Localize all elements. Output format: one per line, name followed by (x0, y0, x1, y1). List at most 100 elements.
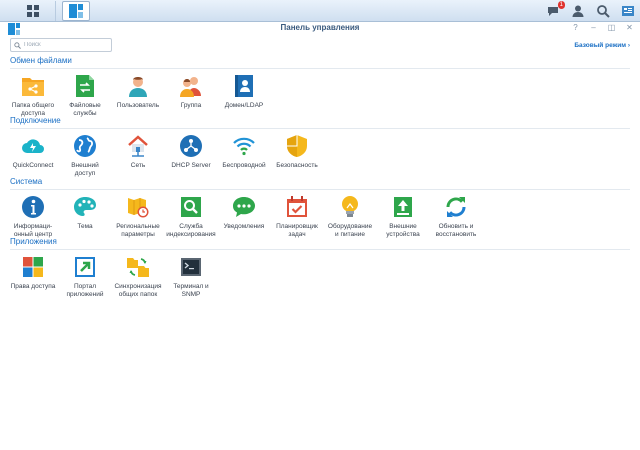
item-info-center[interactable]: Информаци- онный центр (3, 195, 63, 239)
task-scheduler-icon (285, 195, 309, 219)
item-group[interactable]: Группа (161, 74, 221, 110)
item-label: Терминал и SNMP (173, 283, 209, 298)
network-icon (126, 134, 150, 158)
update-restore-icon (444, 195, 468, 219)
item-label: Беспроводной (222, 162, 266, 169)
user-icon (126, 74, 150, 98)
external-access-icon (73, 134, 97, 158)
terminal-snmp-icon (179, 255, 203, 279)
item-external-access[interactable]: Внешний доступ (55, 134, 115, 178)
item-wireless[interactable]: Беспроводной (214, 134, 274, 170)
search-button[interactable] (595, 3, 611, 19)
chevron-right-icon: › (627, 42, 630, 49)
maximize-button[interactable]: ◫ (607, 23, 616, 32)
item-label: Безопасность (276, 162, 318, 169)
item-application-portal[interactable]: Портал приложений (55, 255, 115, 299)
widgets-button[interactable] (620, 3, 636, 19)
section-title-system: Система (10, 177, 43, 186)
item-terminal-snmp[interactable]: Терминал и SNMP (161, 255, 221, 299)
item-shared-folder-sync[interactable]: Синхронизация общих папок (108, 255, 168, 299)
file-services-icon (73, 74, 97, 98)
minimize-button[interactable]: – (589, 23, 598, 32)
item-regional-options[interactable]: Региональные параметры (108, 195, 168, 239)
item-domain-ldap[interactable]: Домен/LDAP (214, 74, 274, 110)
item-label: Синхронизация общих папок (114, 283, 162, 298)
widgets-icon (622, 6, 634, 16)
hardware-power-icon (338, 195, 362, 219)
item-quickconnect[interactable]: QuickConnect (3, 134, 63, 170)
search-input[interactable] (24, 42, 110, 48)
control-panel-icon (69, 4, 83, 18)
item-label: Домен/LDAP (224, 102, 264, 109)
item-label: Внешние устройства (386, 223, 420, 238)
info-center-icon (21, 195, 45, 219)
section-title-file-sharing: Обмен файлами (10, 56, 72, 65)
main-menu-icon (26, 5, 39, 17)
group-icon (179, 74, 203, 98)
divider (10, 68, 630, 69)
item-network[interactable]: Сеть (108, 134, 168, 170)
item-file-services[interactable]: Файловые службы (55, 74, 115, 118)
window-titlebar: Панель управления ? – ◫ ✕ (0, 22, 640, 36)
item-label: Портал приложений (66, 283, 104, 298)
notifications-button[interactable]: 1 (545, 1, 565, 19)
item-shared-folder[interactable]: Папка общего доступа (3, 74, 63, 118)
wireless-icon (232, 134, 256, 158)
divider (10, 128, 630, 129)
window-title: Панель управления (280, 23, 360, 32)
search-box (10, 38, 112, 52)
item-task-scheduler[interactable]: Планировщик задач (267, 195, 327, 239)
shared-folder-icon (21, 74, 45, 98)
item-label: DHCP Server (171, 162, 211, 169)
application-portal-icon (73, 255, 97, 279)
item-notification[interactable]: Уведомления (214, 195, 274, 231)
item-dhcp-server[interactable]: DHCP Server (161, 134, 221, 170)
item-external-devices[interactable]: Внешние устройства (373, 195, 433, 239)
search-icon (597, 5, 610, 18)
item-label: Права доступа (10, 283, 56, 290)
item-label: Планировщик задач (276, 223, 318, 238)
main-menu-button[interactable] (10, 1, 56, 21)
help-button[interactable]: ? (571, 23, 580, 32)
item-indexing-service[interactable]: Служба индексирования (161, 195, 221, 239)
item-label: Служба индексирования (166, 223, 216, 238)
item-label: Региональные параметры (116, 223, 160, 238)
close-button[interactable]: ✕ (625, 23, 634, 32)
search-icon (14, 41, 21, 49)
item-label: Уведомления (223, 223, 265, 230)
dhcp-server-icon (179, 134, 203, 158)
control-panel-window: Панель управления ? – ◫ ✕ Базовый режим … (0, 22, 640, 450)
divider (10, 189, 630, 190)
section-title-applications: Приложения (10, 237, 57, 246)
notification-badge: 1 (557, 1, 565, 9)
security-icon (285, 134, 309, 158)
notification-icon (232, 195, 256, 219)
item-hardware-power[interactable]: Оборудование и питание (320, 195, 380, 239)
item-label: Группа (180, 102, 202, 109)
item-update-restore[interactable]: Обновить и восстановить (426, 195, 486, 239)
external-devices-icon (391, 195, 415, 219)
item-label: Файловые службы (69, 102, 101, 117)
item-label: Сеть (130, 162, 146, 169)
item-user[interactable]: Пользователь (108, 74, 168, 110)
item-privileges[interactable]: Права доступа (3, 255, 63, 291)
quickconnect-icon (21, 134, 45, 158)
item-label: Тема (77, 223, 93, 230)
theme-icon (73, 195, 97, 219)
item-label: QuickConnect (12, 162, 54, 169)
privileges-icon (21, 255, 45, 279)
person-icon (572, 5, 584, 17)
basic-mode-label: Базовый режим (574, 42, 627, 49)
regional-options-icon (126, 195, 150, 219)
item-label: Оборудование и питание (327, 223, 373, 238)
item-label: Пользователь (116, 102, 160, 109)
item-theme[interactable]: Тема (55, 195, 115, 231)
divider (10, 249, 630, 250)
section-title-connectivity: Подключение (10, 116, 61, 125)
basic-mode-link[interactable]: Базовый режим › (574, 42, 630, 49)
user-menu-button[interactable] (570, 3, 586, 19)
item-security[interactable]: Безопасность (267, 134, 327, 170)
item-label: Обновить и восстановить (435, 223, 477, 238)
taskbar-control-panel-button[interactable] (62, 1, 90, 21)
shared-folder-sync-icon (126, 255, 150, 279)
